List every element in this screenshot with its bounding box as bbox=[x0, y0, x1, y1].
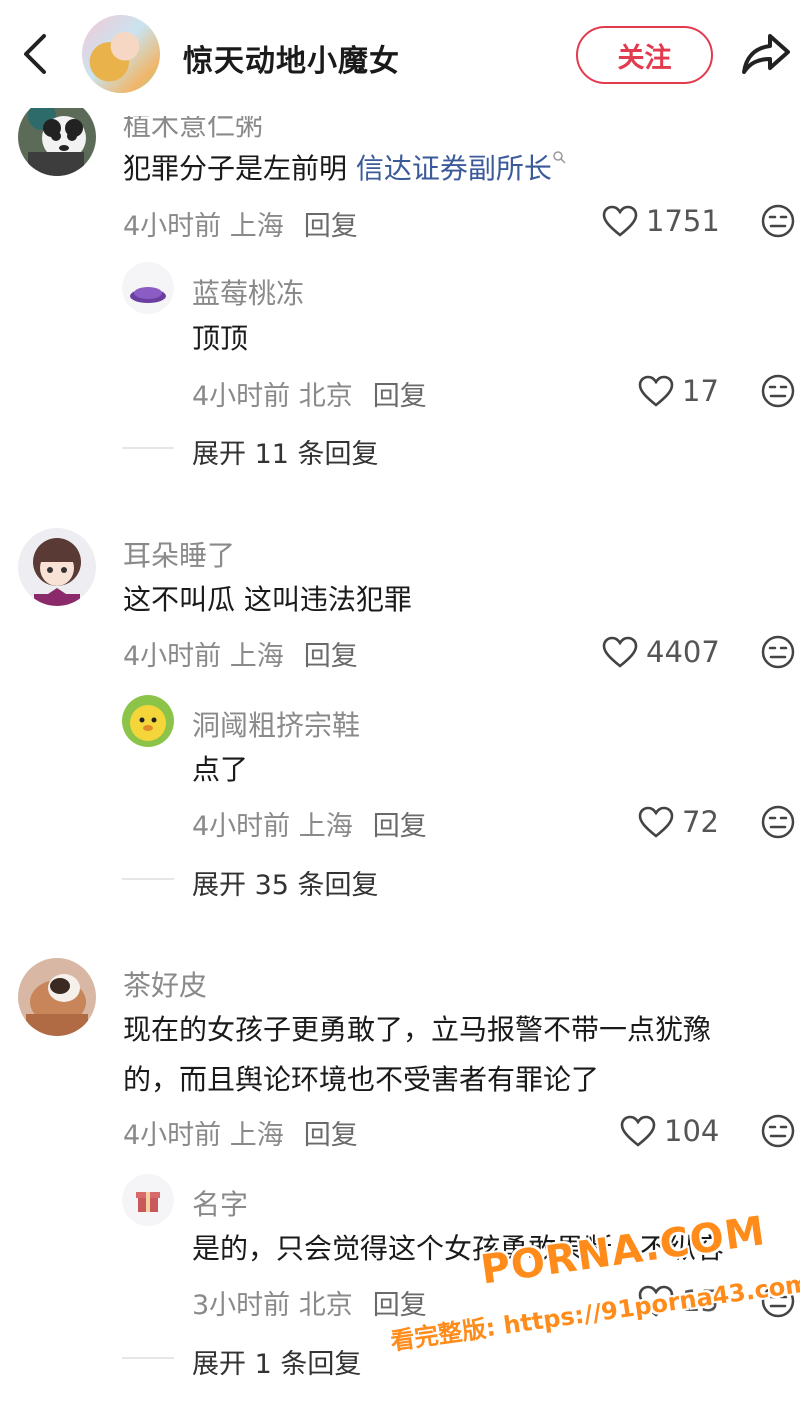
search-link[interactable]: 信达证券副所长 bbox=[356, 152, 552, 185]
like-count: 4407 bbox=[646, 635, 720, 669]
expand-divider bbox=[122, 1357, 174, 1359]
username[interactable]: 名字 bbox=[192, 1183, 248, 1223]
reply-time-location: 4小时前 北京 bbox=[192, 381, 353, 412]
like-count: 1751 bbox=[646, 204, 720, 238]
comment-text-line-2: 的，而且舆论环境也不受害者有罪论了 bbox=[123, 1063, 600, 1096]
reply-time-location: 3小时前 北京 bbox=[192, 1290, 353, 1321]
dislike-face-icon[interactable] bbox=[760, 804, 796, 840]
comment-meta: 4小时前 上海 回复 bbox=[123, 634, 358, 673]
avatar[interactable] bbox=[18, 98, 96, 176]
reply-meta: 4小时前 上海 回复 bbox=[192, 804, 427, 843]
share-icon[interactable] bbox=[740, 30, 792, 78]
follow-button[interactable]: 关注 bbox=[576, 26, 713, 84]
top-bar: 惊天动地小魔女 关注 bbox=[0, 0, 800, 108]
reply-text: 点了 bbox=[192, 753, 249, 786]
reply-button[interactable]: 回复 bbox=[373, 1290, 427, 1321]
like-count: 72 bbox=[682, 805, 719, 839]
like-count: 17 bbox=[682, 374, 719, 408]
username[interactable]: 植木意仁粥 bbox=[123, 116, 263, 144]
avatar[interactable] bbox=[122, 262, 174, 314]
expand-divider bbox=[122, 447, 174, 449]
comment-time-location: 4小时前 上海 bbox=[123, 1120, 284, 1151]
comment-time-location: 4小时前 上海 bbox=[123, 211, 284, 242]
reply-meta: 3小时前 北京 回复 bbox=[192, 1283, 427, 1322]
dislike-face-icon[interactable] bbox=[760, 1113, 796, 1149]
username[interactable]: 茶好皮 bbox=[123, 964, 207, 1004]
heart-icon[interactable] bbox=[638, 806, 674, 838]
avatar[interactable] bbox=[18, 958, 96, 1036]
dislike-face-icon[interactable] bbox=[760, 634, 796, 670]
heart-icon[interactable] bbox=[620, 1115, 656, 1147]
back-icon[interactable] bbox=[18, 30, 54, 78]
comment-text-line-1: 现在的女孩子更勇敢了，立马报警不带一点犹豫 bbox=[123, 1013, 712, 1046]
comment-text-content: 犯罪分子是左前明 bbox=[123, 152, 356, 185]
expand-replies-button[interactable]: 展开 1 条回复 bbox=[192, 1342, 361, 1381]
reply-meta: 4小时前 北京 回复 bbox=[192, 374, 427, 413]
username[interactable]: 洞阈粗挤宗鞋 bbox=[192, 704, 360, 744]
reply-time-location: 4小时前 上海 bbox=[192, 811, 353, 842]
reply-text: 顶顶 bbox=[192, 322, 249, 355]
username[interactable]: 蓝莓桃冻 bbox=[192, 272, 304, 312]
avatar[interactable] bbox=[18, 528, 96, 606]
heart-icon[interactable] bbox=[638, 375, 674, 407]
comment-meta: 4小时前 上海 回复 bbox=[123, 204, 358, 243]
reply-button[interactable]: 回复 bbox=[373, 811, 427, 842]
search-icon[interactable] bbox=[552, 150, 566, 164]
heart-icon[interactable] bbox=[602, 636, 638, 668]
dislike-face-icon[interactable] bbox=[760, 373, 796, 409]
comment-meta: 4小时前 上海 回复 bbox=[123, 1113, 358, 1152]
heart-icon[interactable] bbox=[602, 205, 638, 237]
like-count: 104 bbox=[664, 1114, 720, 1148]
username[interactable]: 耳朵睡了 bbox=[123, 534, 235, 574]
author-avatar[interactable] bbox=[82, 15, 160, 93]
avatar[interactable] bbox=[122, 1174, 174, 1226]
avatar[interactable] bbox=[122, 695, 174, 747]
reply-button[interactable]: 回复 bbox=[304, 211, 358, 242]
author-name[interactable]: 惊天动地小魔女 bbox=[183, 36, 400, 80]
reply-button[interactable]: 回复 bbox=[373, 381, 427, 412]
comment-text: 犯罪分子是左前明 信达证券副所长 bbox=[123, 144, 566, 194]
expand-replies-button[interactable]: 展开 35 条回复 bbox=[192, 863, 379, 902]
dislike-face-icon[interactable] bbox=[760, 203, 796, 239]
reply-button[interactable]: 回复 bbox=[304, 641, 358, 672]
expand-divider bbox=[122, 878, 174, 880]
comment-time-location: 4小时前 上海 bbox=[123, 641, 284, 672]
comment-text: 这不叫瓜 这叫违法犯罪 bbox=[123, 583, 412, 616]
expand-replies-button[interactable]: 展开 11 条回复 bbox=[192, 432, 379, 471]
reply-button[interactable]: 回复 bbox=[304, 1120, 358, 1151]
